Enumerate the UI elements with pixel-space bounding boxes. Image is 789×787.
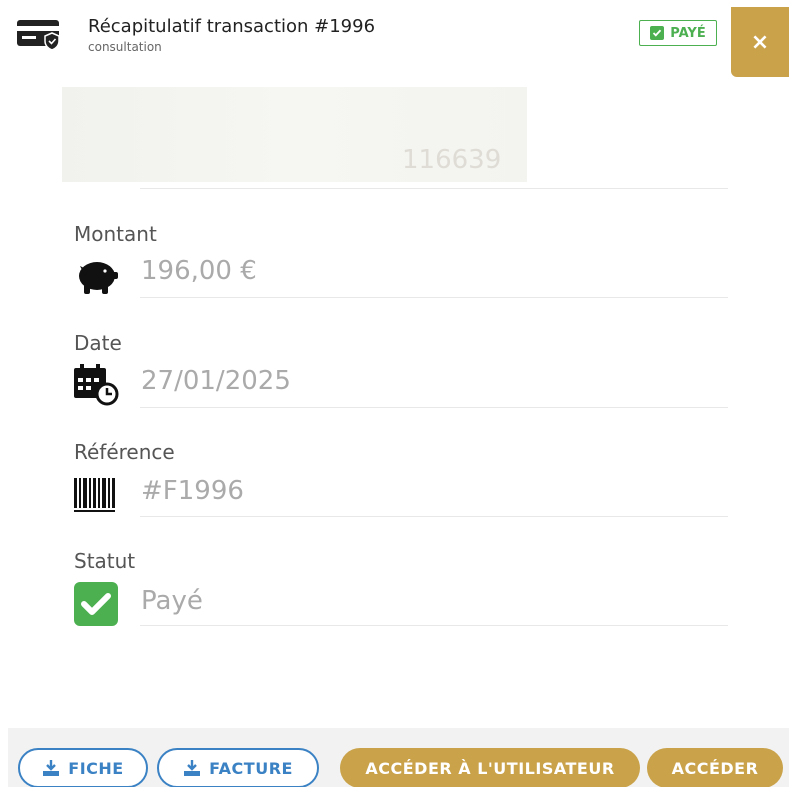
status-badge: PAYÉ xyxy=(639,20,717,46)
check-square-icon xyxy=(74,582,118,626)
field-divider xyxy=(140,625,728,626)
fiche-download-button[interactable]: FICHE xyxy=(18,748,148,787)
field-divider xyxy=(140,188,728,189)
amount-value: 196,00 € xyxy=(141,256,257,286)
page-title: Récapitulatif transaction #1996 xyxy=(88,16,376,37)
amount-label: Montant xyxy=(74,222,157,246)
credit-card-shield-icon xyxy=(17,20,60,51)
piggy-bank-icon xyxy=(79,262,118,294)
download-icon xyxy=(184,760,201,776)
status-label: Statut xyxy=(74,549,136,573)
facture-button-label: FACTURE xyxy=(209,758,293,778)
facture-download-button[interactable]: FACTURE xyxy=(157,748,319,787)
close-button[interactable]: × xyxy=(731,7,789,77)
date-label: Date xyxy=(74,331,122,355)
obscured-field: 116639 xyxy=(62,87,527,182)
date-value: 27/01/2025 xyxy=(141,366,291,396)
transaction-modal: Récapitulatif transaction #1996 consulta… xyxy=(0,0,789,787)
access-user-button[interactable]: ACCÉDER À L'UTILISATEUR xyxy=(340,748,640,787)
status-value: Payé xyxy=(141,586,203,616)
reference-value: #F1996 xyxy=(141,476,244,506)
barcode-icon xyxy=(74,478,115,512)
download-icon xyxy=(43,760,60,776)
status-badge-label: PAYÉ xyxy=(670,25,706,41)
fiche-button-label: FICHE xyxy=(68,758,124,778)
access-button[interactable]: ACCÉDER xyxy=(647,748,783,787)
check-icon xyxy=(650,26,665,40)
modal-header: Récapitulatif transaction #1996 consulta… xyxy=(0,0,789,80)
field-divider xyxy=(140,407,728,408)
obscured-value: 116639 xyxy=(402,145,502,175)
reference-label: Référence xyxy=(74,440,175,464)
calendar-clock-icon xyxy=(74,364,119,406)
field-divider xyxy=(140,297,728,298)
field-divider xyxy=(140,516,728,517)
page-subtitle: consultation xyxy=(88,40,162,54)
